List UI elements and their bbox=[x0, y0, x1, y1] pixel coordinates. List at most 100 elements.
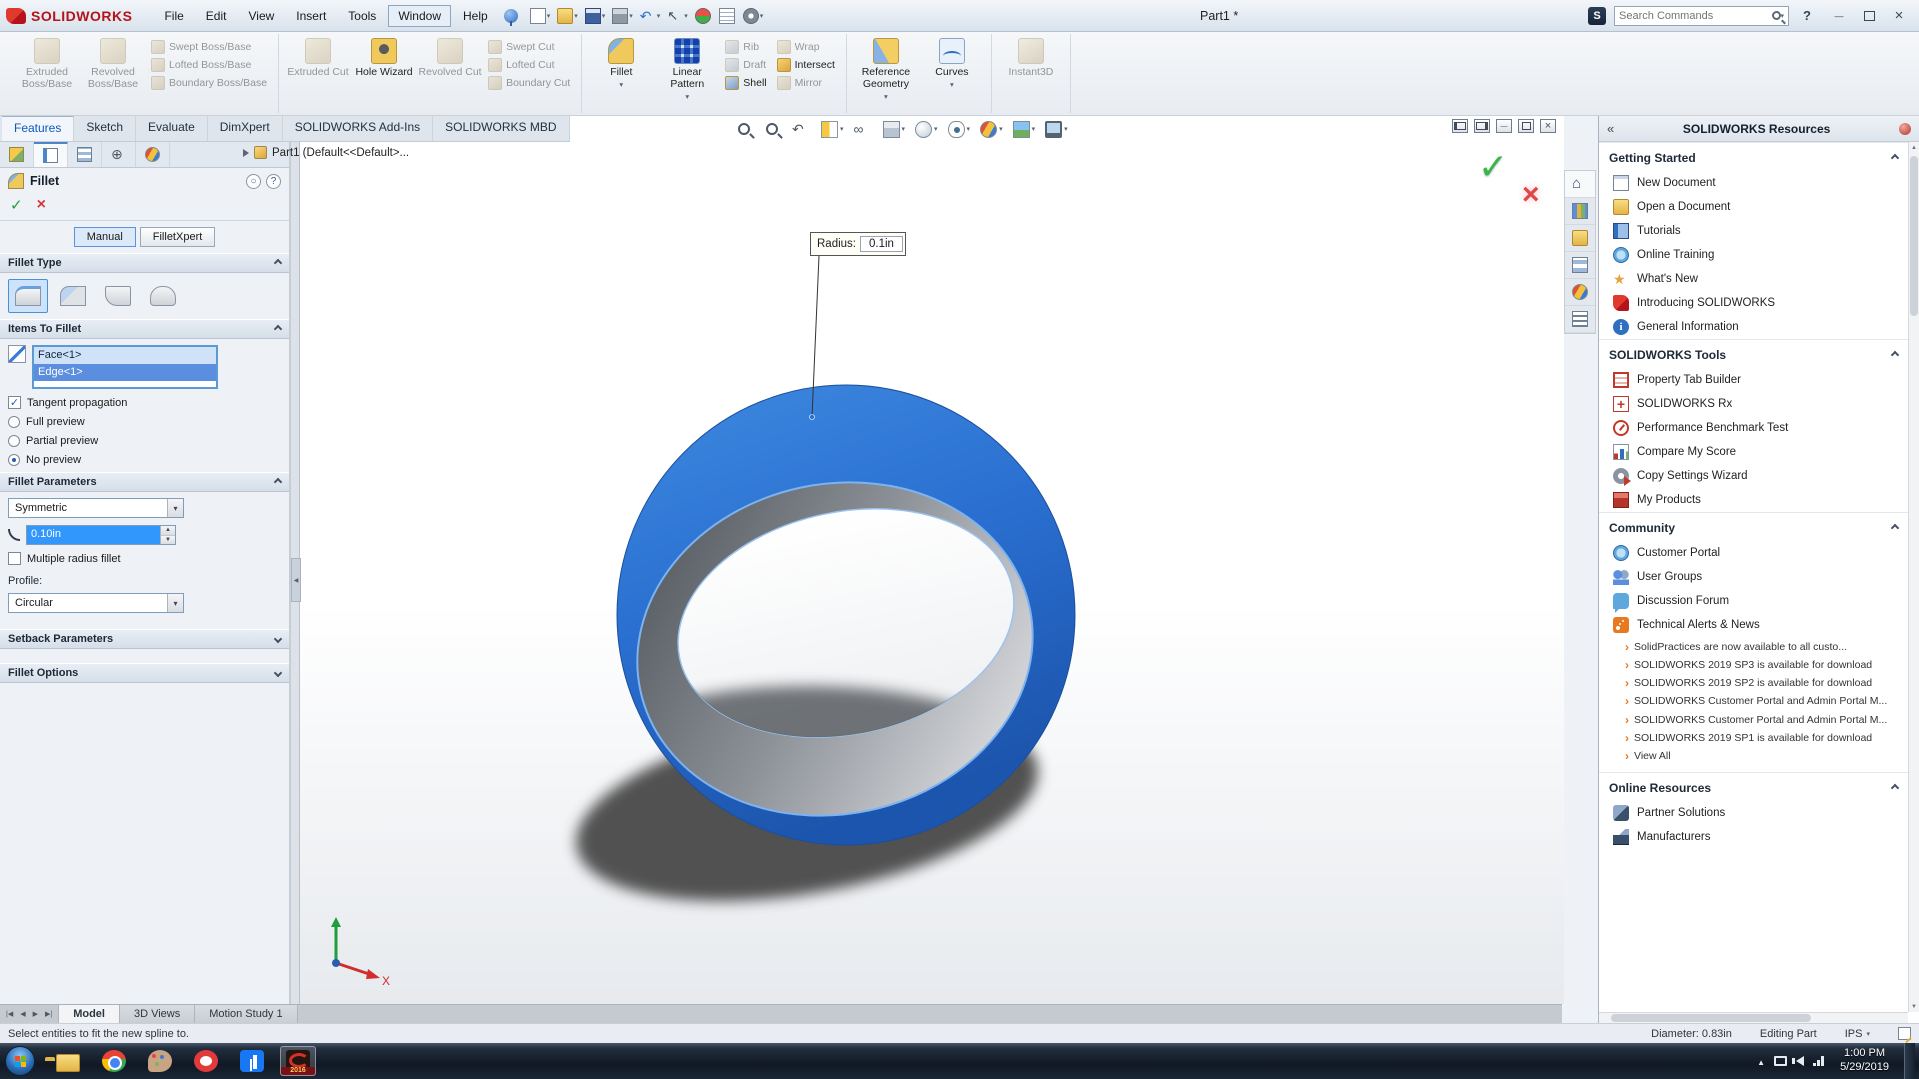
ribbon-button[interactable]: Extruded Boss/Base bbox=[14, 34, 80, 113]
quick-access-button[interactable]: ▾ bbox=[741, 6, 766, 26]
list-item[interactable]: Edge<1> bbox=[34, 364, 216, 381]
quick-access-button[interactable]: ▾ bbox=[610, 6, 635, 26]
heads-up-button[interactable]: ▾ bbox=[881, 119, 908, 140]
group-header-fillet-options[interactable]: Fillet Options bbox=[0, 663, 289, 683]
quick-access-button[interactable]: ▾ bbox=[528, 6, 553, 26]
news-link[interactable]: SOLIDWORKS Customer Portal and Admin Por… bbox=[1625, 693, 1900, 711]
confirm-cancel-icon[interactable] bbox=[1522, 178, 1540, 212]
close-button[interactable] bbox=[1885, 6, 1913, 26]
ribbon-small-button[interactable]: Boundary Boss/Base bbox=[148, 75, 270, 91]
preview-option-row[interactable]: No preview bbox=[8, 454, 281, 466]
preview-radio[interactable] bbox=[8, 454, 20, 466]
unit-system-selector[interactable]: IPS ▾ bbox=[1845, 1028, 1870, 1040]
task-pane-link[interactable]: Open a Document bbox=[1599, 195, 1908, 219]
ribbon-small-button[interactable]: Shell bbox=[722, 75, 769, 91]
task-pane-tab[interactable] bbox=[1565, 171, 1595, 198]
heads-up-button[interactable]: ▾ bbox=[913, 119, 940, 140]
doc-maximize-icon[interactable] bbox=[1518, 119, 1534, 133]
tangent-propagation-row[interactable]: Tangent propagation bbox=[8, 396, 281, 409]
ribbon-small-button[interactable]: Mirror bbox=[774, 75, 838, 91]
command-tab[interactable]: Features bbox=[2, 116, 75, 141]
keep-visible-pin-icon[interactable]: ○ bbox=[246, 173, 261, 189]
manager-tab[interactable] bbox=[102, 142, 136, 167]
multiple-radius-row[interactable]: Multiple radius fillet bbox=[8, 552, 281, 565]
ribbon-small-button[interactable]: Swept Cut bbox=[485, 39, 573, 55]
ribbon-small-button[interactable]: Lofted Cut bbox=[485, 57, 573, 73]
section-header-getting-started[interactable]: Getting Started bbox=[1599, 142, 1908, 171]
scroll-down-icon[interactable]: ▼ bbox=[1909, 1001, 1919, 1012]
task-pane-link[interactable]: SOLIDWORKS Rx bbox=[1599, 392, 1908, 416]
quick-access-button[interactable]: ▾ bbox=[583, 6, 608, 26]
section-header-online-resources[interactable]: Online Resources bbox=[1599, 771, 1908, 801]
menu-item[interactable]: Tools bbox=[338, 5, 386, 27]
task-pane-link[interactable]: Copy Settings Wizard bbox=[1599, 464, 1908, 488]
fillet-type-button[interactable] bbox=[53, 279, 93, 313]
flyout-feature-tree[interactable]: Part1 (Default<<Default>... bbox=[243, 146, 409, 159]
radius-callout-value[interactable]: 0.1in bbox=[860, 236, 903, 252]
command-search[interactable]: ▾ bbox=[1614, 5, 1790, 26]
task-pane-link[interactable]: User Groups bbox=[1599, 565, 1908, 589]
splitter-handle[interactable]: ◀ bbox=[291, 558, 301, 602]
radius-value[interactable]: 0.10in bbox=[27, 526, 160, 544]
tab-scroll-next-icon[interactable] bbox=[31, 1010, 40, 1018]
scroll-up-icon[interactable]: ▲ bbox=[1909, 142, 1919, 153]
preview-option-row[interactable]: Full preview bbox=[8, 416, 281, 428]
heads-up-button[interactable] bbox=[852, 119, 875, 140]
task-pane-link[interactable]: Customer Portal bbox=[1599, 541, 1908, 565]
quick-access-button[interactable] bbox=[693, 6, 714, 26]
preview-radio[interactable] bbox=[8, 416, 20, 428]
fillet-type-button[interactable] bbox=[8, 279, 48, 313]
ribbon-button[interactable]: Linear Pattern ▾ bbox=[654, 34, 720, 113]
task-pane-link[interactable]: Performance Benchmark Test bbox=[1599, 416, 1908, 440]
pin-icon[interactable] bbox=[503, 8, 518, 26]
tab-scroll-prev-icon[interactable] bbox=[18, 1010, 27, 1018]
ribbon-button[interactable]: Instant3D bbox=[998, 34, 1064, 113]
tab-scroll-last-icon[interactable] bbox=[43, 1010, 54, 1018]
manager-tab[interactable] bbox=[34, 142, 68, 167]
manager-tab[interactable] bbox=[136, 142, 170, 167]
menu-item[interactable]: Insert bbox=[286, 5, 336, 27]
menu-item[interactable]: File bbox=[154, 5, 193, 27]
task-pane-link[interactable]: Manufacturers bbox=[1599, 825, 1908, 849]
task-pane-link[interactable]: General Information bbox=[1599, 315, 1908, 339]
ribbon-button[interactable]: Hole Wizard bbox=[351, 34, 417, 113]
pane-left-icon[interactable] bbox=[1452, 119, 1468, 133]
status-doc-icon[interactable] bbox=[1898, 1027, 1911, 1040]
news-link[interactable]: SOLIDWORKS Customer Portal and Admin Por… bbox=[1625, 712, 1900, 730]
task-pane-tab[interactable] bbox=[1565, 279, 1595, 306]
ok-icon[interactable] bbox=[10, 196, 23, 214]
tab-scroll-first-icon[interactable] bbox=[4, 1010, 15, 1018]
section-header-solidworks-tools[interactable]: SOLIDWORKS Tools bbox=[1599, 339, 1908, 368]
task-pane-link[interactable]: Discussion Forum bbox=[1599, 589, 1908, 613]
command-tab[interactable]: SOLIDWORKS MBD bbox=[433, 116, 570, 141]
section-header-community[interactable]: Community bbox=[1599, 512, 1908, 541]
task-pane-tab[interactable] bbox=[1565, 225, 1595, 252]
group-header-fillet-parameters[interactable]: Fillet Parameters bbox=[0, 472, 289, 492]
heads-up-button[interactable] bbox=[762, 119, 784, 139]
ribbon-small-button[interactable]: Draft bbox=[722, 57, 769, 73]
command-tab[interactable]: DimXpert bbox=[208, 116, 283, 141]
help-icon[interactable]: ? bbox=[1797, 8, 1817, 23]
group-header-items-to-fillet[interactable]: Items To Fillet bbox=[0, 319, 289, 339]
expand-arrow-icon[interactable] bbox=[243, 148, 249, 157]
ribbon-button[interactable]: Fillet ▾ bbox=[588, 34, 654, 113]
task-pane-link[interactable]: Introducing SOLIDWORKS bbox=[1599, 291, 1908, 315]
ribbon-small-button[interactable]: Rib bbox=[722, 39, 769, 55]
quick-access-button[interactable]: ▾ bbox=[555, 6, 580, 26]
search-dropdown-icon[interactable]: ▾ bbox=[1781, 12, 1785, 20]
ribbon-small-button[interactable]: Boundary Cut bbox=[485, 75, 573, 91]
part-3d-view[interactable] bbox=[298, 116, 1564, 1004]
news-link[interactable]: View All bbox=[1625, 748, 1900, 766]
ribbon-button[interactable]: Revolved Boss/Base bbox=[80, 34, 146, 113]
mode-tab[interactable]: FilletXpert bbox=[139, 227, 216, 247]
taskbar-app-button[interactable] bbox=[96, 1046, 132, 1076]
pane-right-icon[interactable] bbox=[1474, 119, 1490, 133]
preview-option-row[interactable]: Partial preview bbox=[8, 435, 281, 447]
task-pane-link[interactable]: Property Tab Builder bbox=[1599, 368, 1908, 392]
mode-tab[interactable]: Manual bbox=[73, 227, 136, 247]
taskbar-app-button[interactable] bbox=[142, 1046, 178, 1076]
show-desktop-button[interactable] bbox=[1904, 1043, 1915, 1079]
task-pane-link[interactable]: What's New bbox=[1599, 267, 1908, 291]
start-button[interactable] bbox=[0, 1043, 40, 1079]
help-icon[interactable]: ? bbox=[266, 173, 281, 189]
